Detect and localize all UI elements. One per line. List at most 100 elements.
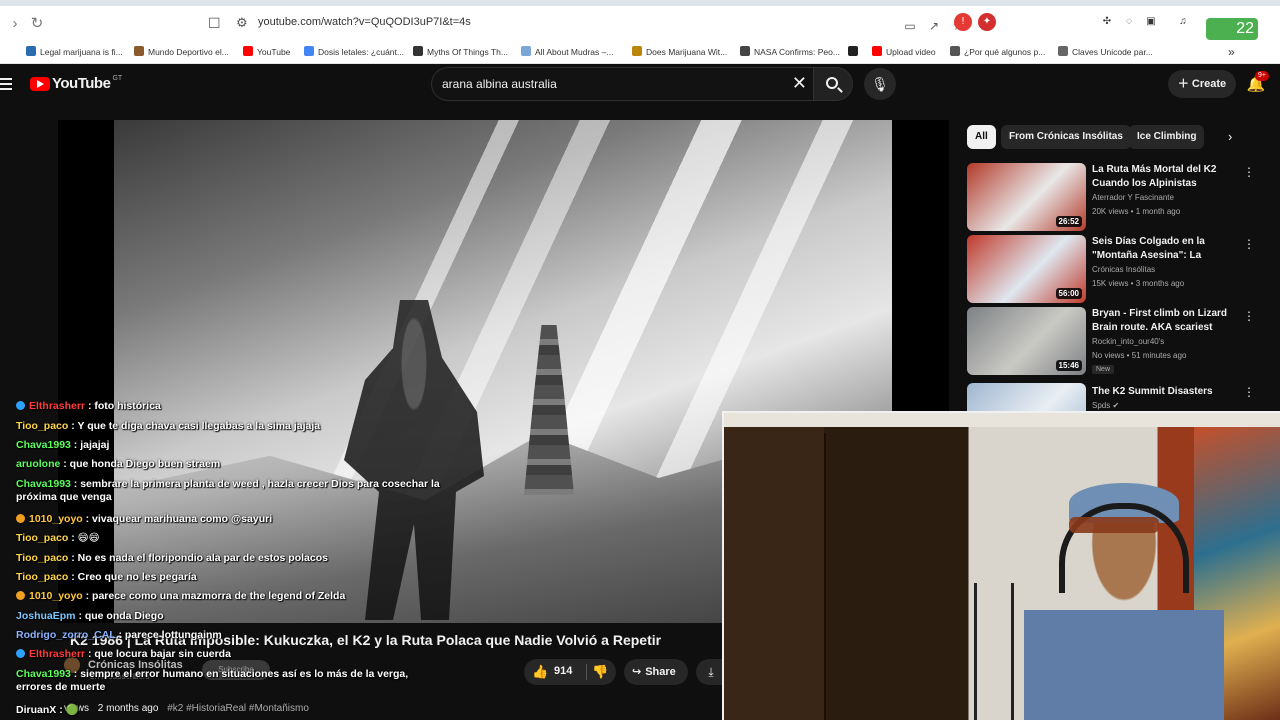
ceiling xyxy=(724,413,1280,427)
reload-icon[interactable]: ↻ xyxy=(28,15,46,33)
recommendation-item[interactable]: 26:52 La Ruta Más Mortal del K2 Cuando l… xyxy=(967,163,1257,231)
media-icon[interactable]: ♫ xyxy=(1174,13,1192,31)
bookmark-icon[interactable]: ☐ xyxy=(208,15,221,32)
bookmark-favicon xyxy=(304,46,314,56)
bookmark-item[interactable]: All About Mudras –... xyxy=(521,44,613,60)
bookmark-item[interactable] xyxy=(848,44,862,60)
recommendation-title[interactable]: La Ruta Más Mortal del K2 Cuando los Alp… xyxy=(1092,163,1242,191)
chat-message: 1010_yoyo : vivaquear marihuana como @sa… xyxy=(16,513,272,526)
chat-username: 1010_yoyo xyxy=(29,590,83,602)
youtube-logo[interactable]: YouTube GT xyxy=(30,75,122,95)
extension-alert-icon[interactable]: ✦ xyxy=(978,13,996,31)
recommendation-meta: 20K views • 1 month ago xyxy=(1092,207,1181,216)
profile-badge[interactable]: 22 xyxy=(1206,18,1258,40)
chevron-right-icon[interactable]: › xyxy=(1228,129,1232,144)
chip-from-channel[interactable]: From Crónicas Insólitas xyxy=(1001,125,1131,149)
stone-cairn xyxy=(524,325,574,495)
search-icon xyxy=(826,77,838,89)
chat-badge-icon xyxy=(16,514,25,523)
bookmark-item[interactable]: Mundo Deportivo el... xyxy=(134,44,229,60)
video-thumbnail[interactable]: 15:46 xyxy=(967,307,1086,375)
wardrobe-door xyxy=(824,433,826,720)
dislike-icon[interactable]: 👎 xyxy=(592,664,608,680)
recommendation-channel[interactable]: Crónicas Insólitas xyxy=(1092,265,1155,274)
bookmark-item[interactable]: Myths Of Things Th... xyxy=(413,44,508,60)
chat-username: Elthrasherr xyxy=(29,400,86,412)
video-hashtags[interactable]: #k2 #HistoriaReal #Montañismo xyxy=(167,703,309,714)
search-button[interactable] xyxy=(813,67,853,101)
video-thumbnail[interactable] xyxy=(967,383,1086,413)
recommendation-title[interactable]: Seis Días Colgado en la "Montaña Asesina… xyxy=(1092,235,1242,263)
menu-icon[interactable] xyxy=(0,78,14,90)
url-text[interactable]: youtube.com/watch?v=QuQODI3uP7I&t=4s xyxy=(258,16,471,28)
forward-icon[interactable]: › xyxy=(6,15,24,33)
new-badge: New xyxy=(1092,365,1115,374)
search-input[interactable]: arana albina australia ✕ xyxy=(431,67,813,101)
create-button[interactable]: ＋ Create xyxy=(1168,70,1236,98)
chat-text: : Creo que no les pegaría xyxy=(71,571,197,583)
recommendation-item[interactable]: 15:46 Bryan - First climb on Lizard Brai… xyxy=(967,307,1257,375)
chat-username: Tioo_paco xyxy=(16,532,69,544)
chat-message: Elthrasherr : que locura bajar sin cuerd… xyxy=(16,648,231,661)
chat-username: Chava1993 xyxy=(16,668,71,680)
share-page-icon[interactable]: ↗ xyxy=(926,18,942,34)
duration-badge: 26:52 xyxy=(1055,216,1082,227)
notifications-icon[interactable]: 🔔 9+ xyxy=(1245,71,1269,96)
video-meta: views 2 months ago #k2 #HistoriaReal #Mo… xyxy=(64,703,309,714)
extension-shield-icon[interactable]: ! xyxy=(954,13,972,31)
address-bar[interactable]: ☐ ⚙ youtube.com/watch?v=QuQODI3uP7I&t=4s… xyxy=(200,10,1080,36)
chat-text: : parece como una mazmorra de the legend… xyxy=(85,590,346,602)
more-options-icon[interactable]: ⋮ xyxy=(1243,309,1255,323)
recommendation-channel[interactable]: Spds ✔ xyxy=(1092,401,1119,410)
bookmark-item[interactable]: NASA Confirms: Peo... xyxy=(740,44,840,60)
chip-all[interactable]: All xyxy=(967,125,996,149)
recommendation-channel[interactable]: Aterrador Y Fascinante xyxy=(1092,193,1174,202)
extension-window-icon[interactable]: ▣ xyxy=(1142,13,1160,31)
bookmark-item[interactable]: Upload video xyxy=(872,44,936,60)
extension-puzzle-icon[interactable]: ✣ xyxy=(1098,13,1116,31)
share-button[interactable]: ↪ Share xyxy=(624,659,688,685)
more-options-icon[interactable]: ⋮ xyxy=(1243,237,1255,251)
like-count[interactable]: 914 xyxy=(554,665,572,677)
recommendation-title[interactable]: The K2 Summit Disasters xyxy=(1092,385,1242,399)
video-thumbnail[interactable]: 26:52 xyxy=(967,163,1086,231)
clear-search-icon[interactable]: ✕ xyxy=(792,73,807,93)
chat-message: Rodrigo_zorro_CAL : parece lottungainm xyxy=(16,629,222,642)
verified-icon: ✔ xyxy=(1112,401,1120,410)
bookmark-favicon xyxy=(134,46,144,56)
like-icon[interactable]: 👍 xyxy=(532,664,548,680)
recommendation-meta: 15K views • 3 months ago xyxy=(1092,279,1185,288)
install-app-icon[interactable]: ▭ xyxy=(902,18,918,34)
bookmark-item[interactable]: ¿Por qué algunos p... xyxy=(950,44,1045,60)
voice-search-icon[interactable]: 🎙 xyxy=(864,68,896,100)
recommendation-title[interactable]: Bryan - First climb on Lizard Brain rout… xyxy=(1092,307,1242,335)
chat-badge-icon xyxy=(16,591,25,600)
chat-username: Tioo_paco xyxy=(16,571,69,583)
extension-chat-icon[interactable]: ◌ xyxy=(1120,13,1138,31)
more-bookmarks-icon[interactable]: » xyxy=(1228,44,1235,60)
more-options-icon[interactable]: ⋮ xyxy=(1243,165,1255,179)
bookmark-item[interactable]: Does Marijuana Wit... xyxy=(632,44,727,60)
bookmark-item[interactable]: Claves Unicode par... xyxy=(1058,44,1153,60)
bookmark-favicon xyxy=(521,46,531,56)
bookmark-item[interactable]: Legal marijuana is fi... xyxy=(26,44,123,60)
chat-message: Tioo_paco : No es nada el floripondio al… xyxy=(16,552,328,565)
video-thumbnail[interactable]: 56:00 xyxy=(967,235,1086,303)
search-query[interactable]: arana albina australia xyxy=(442,77,557,91)
like-dislike-group: 👍 914 👎 xyxy=(524,659,616,685)
chat-username: DiruanX xyxy=(16,704,57,716)
chip-ice-climbing[interactable]: Ice Climbing xyxy=(1129,125,1205,149)
bookmark-item[interactable]: YouTube xyxy=(243,44,290,60)
recommendation-item[interactable]: 56:00 Seis Días Colgado en la "Montaña A… xyxy=(967,235,1257,303)
chat-username: aruolone xyxy=(16,458,61,470)
recommendation-item[interactable]: The K2 Summit Disasters Spds ✔ ⋮ xyxy=(967,383,1257,413)
site-info-icon[interactable]: ⚙ xyxy=(236,15,248,31)
chat-message: DiruanX : 🟢 xyxy=(16,704,79,717)
webcam-overlay xyxy=(722,411,1280,720)
chat-username: Rodrigo_zorro_CAL xyxy=(16,629,116,641)
chat-message: 1010_yoyo : parece como una mazmorra de … xyxy=(16,590,345,603)
chat-username: 1010_yoyo xyxy=(29,513,83,525)
more-options-icon[interactable]: ⋮ xyxy=(1243,385,1255,399)
bookmark-item[interactable]: Dosis letales: ¿cuánt... xyxy=(304,44,404,60)
recommendation-channel[interactable]: Rockin_into_our40's xyxy=(1092,337,1164,346)
